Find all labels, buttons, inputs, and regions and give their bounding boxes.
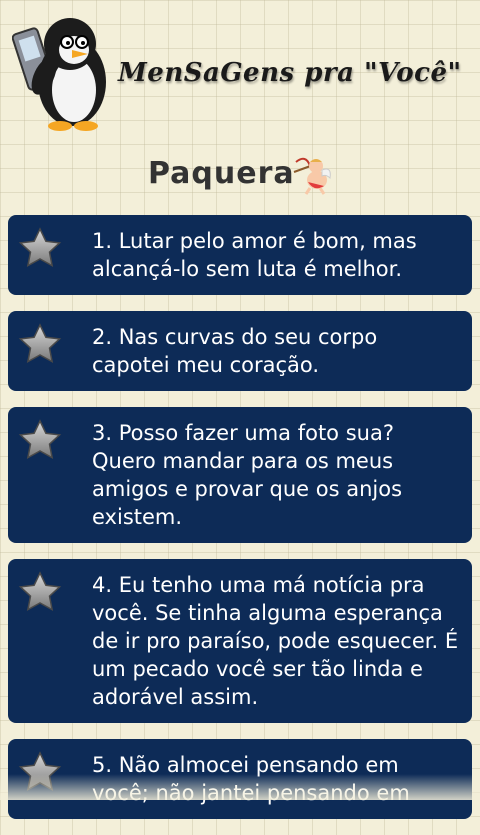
star-icon [18, 419, 62, 460]
message-card[interactable]: 4. Eu tenho uma má notícia pra você. Se … [8, 559, 472, 723]
message-list[interactable]: 1. Lutar pelo amor é bom, mas alcançá-lo… [8, 215, 472, 835]
star-icon [18, 751, 62, 792]
message-card[interactable]: 2. Nas curvas do seu corpo capotei meu c… [8, 311, 472, 391]
message-text: 3. Posso fazer uma foto sua? Quero manda… [92, 421, 403, 529]
message-text: 2. Nas curvas do seu corpo capotei meu c… [92, 325, 378, 377]
message-text: 1. Lutar pelo amor é bom, mas alcançá-lo… [92, 229, 417, 281]
penguin-with-phone-icon [12, 18, 106, 131]
message-text: 4. Eu tenho uma má notícia pra você. Se … [92, 573, 459, 709]
message-text: 5. Não almocei pensando em você; não jan… [92, 753, 410, 805]
app-title: MenSaGens pra "Você" [118, 58, 462, 88]
star-icon [18, 571, 62, 612]
message-card[interactable]: 3. Posso fazer uma foto sua? Quero manda… [8, 407, 472, 543]
section-header: Paquera [0, 150, 480, 200]
star-icon [18, 323, 62, 364]
message-card[interactable]: 1. Lutar pelo amor é bom, mas alcançá-lo… [8, 215, 472, 295]
section-title: Paquera [148, 156, 295, 191]
app-header: MenSaGens pra "Você" [0, 0, 480, 140]
cupid-icon [293, 157, 331, 195]
star-icon [18, 227, 62, 268]
message-card[interactable]: 5. Não almocei pensando em você; não jan… [8, 739, 472, 819]
